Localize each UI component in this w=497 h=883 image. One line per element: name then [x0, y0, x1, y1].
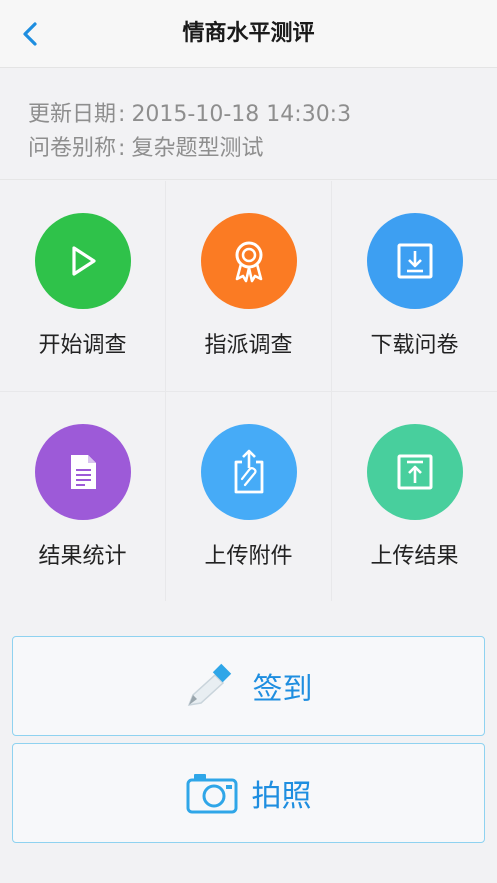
upload-result-circle	[366, 424, 463, 520]
take-photo-button[interactable]: 拍照	[12, 743, 485, 843]
start-survey-button[interactable]: 开始调查	[0, 181, 165, 391]
document-icon	[70, 455, 96, 489]
survey-alias-label: 问卷别称	[28, 136, 117, 161]
download-survey-circle	[366, 213, 463, 309]
navigation-bar: 情商水平测评	[0, 0, 497, 68]
assign-survey-button[interactable]: 指派调查	[166, 181, 331, 391]
sign-in-button[interactable]: 签到	[12, 636, 485, 736]
survey-alias-row: 问卷别称: 复杂题型测试	[28, 130, 263, 162]
update-date-separator: :	[118, 102, 126, 127]
assign-survey-circle	[200, 213, 297, 309]
result-statistics-circle	[34, 424, 131, 520]
upload-icon	[397, 454, 432, 490]
upload-attachment-label: 上传附件	[204, 544, 293, 569]
start-survey-circle	[34, 213, 131, 309]
start-survey-label: 开始调查	[38, 333, 127, 358]
download-survey-label: 下载问卷	[370, 333, 459, 358]
survey-info-panel: 更新日期: 2015-10-18 14:30:3 问卷别称: 复杂题型测试	[0, 68, 497, 180]
take-photo-label: 拍照	[251, 779, 312, 814]
update-date-value: 2015-10-18 14:30:3	[131, 102, 352, 127]
function-grid: 开始调查 指派调查 下载问卷 结果统计 上传附件 上传结果	[0, 181, 497, 601]
upload-result-label: 上传结果	[370, 544, 459, 569]
pen-icon	[187, 663, 231, 706]
update-date-row: 更新日期: 2015-10-18 14:30:3	[28, 96, 351, 128]
award-icon	[235, 241, 262, 283]
sign-in-label: 签到	[252, 672, 313, 707]
update-date-label: 更新日期	[28, 102, 117, 127]
attachment-upload-icon	[234, 449, 263, 494]
upload-attachment-button[interactable]: 上传附件	[166, 392, 331, 602]
result-statistics-label: 结果统计	[38, 544, 127, 569]
page-title: 情商水平测评	[182, 21, 315, 46]
download-survey-button[interactable]: 下载问卷	[332, 181, 497, 391]
result-statistics-button[interactable]: 结果统计	[0, 392, 165, 602]
upload-result-button[interactable]: 上传结果	[332, 392, 497, 602]
assign-survey-label: 指派调查	[204, 333, 293, 358]
upload-attachment-circle	[200, 424, 297, 520]
download-icon	[397, 243, 432, 279]
survey-alias-value: 复杂题型测试	[131, 136, 264, 161]
camera-icon	[186, 774, 237, 814]
play-icon	[71, 246, 96, 276]
survey-alias-separator: :	[118, 136, 126, 161]
